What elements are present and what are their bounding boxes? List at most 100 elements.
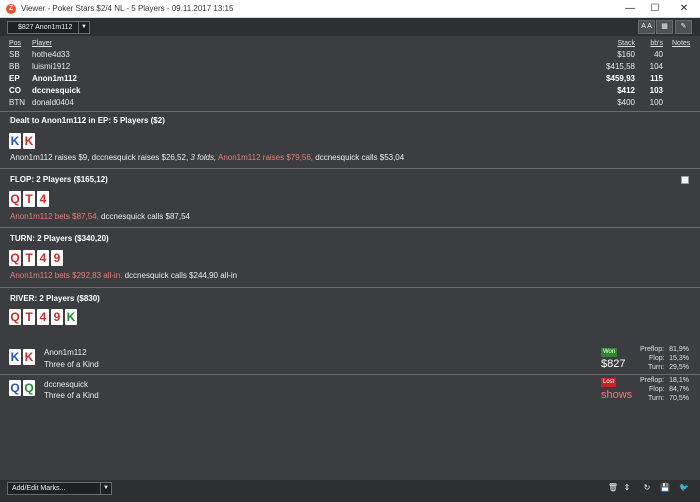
row-player: Anon1m112 [32, 74, 77, 83]
equity-label: Flop: [649, 355, 665, 362]
col-header-pos[interactable]: Pos [9, 40, 21, 47]
marks-dropdown[interactable]: Add/Edit Marks... ▼ [7, 482, 112, 495]
playing-card: 4 [37, 191, 49, 207]
result-hand-description: Three of a Kind [44, 391, 99, 400]
playing-card: K [9, 133, 21, 149]
action-text-hero: Anon1m112 bets $292,83 all-in. [10, 271, 123, 280]
delete-icon[interactable]: 🗑 [606, 481, 620, 495]
row-bbs: 103 [649, 86, 663, 95]
row-pos: BB [9, 62, 20, 71]
col-header-stack[interactable]: Stack [600, 40, 635, 47]
minimize-button[interactable]: — [616, 0, 644, 18]
maximize-button[interactable]: ☐ [641, 0, 669, 18]
row-player: donald0404 [32, 98, 74, 107]
col-header-player[interactable]: Player [32, 40, 52, 47]
playing-card: Q [9, 309, 21, 325]
toolbar: $827 Anon1m112 ▼ A A ▦ ✎ [0, 18, 700, 36]
hand-viewer: Pos Player Stack bb's Notes SB hothe4d33… [0, 36, 700, 480]
playing-card: T [23, 191, 35, 207]
chevron-down-icon[interactable]: ▼ [100, 483, 111, 494]
row-player: luismi1912 [32, 62, 71, 71]
playing-card: Q [9, 380, 21, 396]
result-status: shows [601, 389, 633, 401]
row-pos: BTN [9, 98, 25, 107]
divider [0, 287, 700, 288]
action-text: 3 folds, [190, 153, 217, 162]
playing-card: T [23, 250, 35, 266]
resize-grip [0, 496, 700, 502]
equity-label: Preflop: [640, 346, 665, 353]
replay-icon[interactable]: ↻ [640, 481, 654, 495]
row-bbs: 100 [649, 98, 663, 107]
grid-icon[interactable]: ▦ [656, 20, 673, 34]
equity-value: 81,9% [669, 346, 689, 353]
result-hand-description: Three of a Kind [44, 360, 99, 369]
table-row[interactable]: BB luismi1912 $415,58 104 [0, 61, 700, 73]
flop-title: FLOP: 2 Players ($165,12) [10, 175, 108, 184]
action-text: dccnesquick calls $87,54 [101, 212, 190, 221]
playing-card: Q [23, 380, 35, 396]
close-button[interactable]: ✕ [670, 0, 698, 18]
row-pos: SB [9, 50, 20, 59]
edit-icon[interactable]: ✎ [675, 20, 692, 34]
table-row[interactable]: CO dccnesquick $412 103 [0, 85, 700, 97]
playing-card: T [23, 309, 35, 325]
flop-actions: Anon1m112 bets $87,54, dccnesquick calls… [10, 212, 190, 221]
playing-card: Q [9, 191, 21, 207]
river-title: RIVER: 2 Players ($830) [10, 294, 100, 303]
playing-card: 9 [51, 250, 63, 266]
preflop-title: Dealt to Anon1m112 in EP: 5 Players ($2) [10, 116, 165, 125]
row-bbs: 115 [650, 74, 663, 83]
equity-value: 84,7% [669, 386, 689, 393]
bottom-bar: Add/Edit Marks... ▼ 🗑 ⇕ ↻ 💾 🐦 [0, 480, 700, 496]
player-cards: Q Q [9, 380, 35, 396]
won-badge: Won [601, 348, 618, 357]
equity-value: 15,3% [669, 355, 689, 362]
hand-select-value: $827 Anon1m112 [18, 24, 73, 31]
divider [0, 374, 700, 375]
row-stack: $459,93 [606, 74, 635, 83]
col-header-notes[interactable]: Notes [672, 40, 690, 47]
playing-card: K [65, 309, 77, 325]
result-player-name: Anon1m112 [44, 348, 87, 357]
hole-cards: K K [9, 133, 35, 149]
collapse-checkbox[interactable] [681, 176, 689, 184]
result-amount: $827 [601, 358, 626, 370]
equity-label: Preflop: [640, 377, 665, 384]
action-text: dccnesquick calls $53,04 [315, 153, 405, 162]
row-player: dccnesquick [32, 86, 81, 95]
twitter-icon[interactable]: 🐦 [677, 481, 691, 495]
board-cards: Q T 4 9 [9, 250, 63, 266]
playing-card: 4 [37, 250, 49, 266]
equity-value: 29,5% [669, 364, 689, 371]
equity-label: Flop: [649, 386, 665, 393]
preflop-actions: Anon1m112 raises $9, dccnesquick raises … [10, 153, 404, 162]
window-title: Viewer - Poker Stars $2/4 NL - 5 Players… [21, 4, 234, 13]
playing-card: 9 [51, 309, 63, 325]
row-player: hothe4d33 [32, 50, 70, 59]
equity-value: 18,1% [669, 377, 689, 384]
col-header-bbs[interactable]: bb's [645, 40, 663, 47]
title-bar: Z Viewer - Poker Stars $2/4 NL - 5 Playe… [0, 0, 700, 18]
row-stack: $160 [617, 50, 635, 59]
row-bbs: 40 [654, 50, 663, 59]
table-row[interactable]: SB hothe4d33 $160 40 [0, 49, 700, 61]
hand-select-dropdown[interactable]: $827 Anon1m112 ▼ [7, 21, 90, 34]
action-text: Anon1m112 raises $9, dccnesquick raises … [10, 153, 189, 162]
action-text: dccnesquick calls $244,90 all-in [124, 271, 238, 280]
playing-card: K [9, 349, 21, 365]
row-stack: $400 [617, 98, 635, 107]
row-pos: EP [9, 74, 20, 83]
stepper-icon[interactable]: ⇕ [620, 481, 634, 495]
equity-value: 70,5% [669, 395, 689, 402]
chevron-down-icon[interactable]: ▼ [78, 22, 89, 33]
table-row[interactable]: BTN donald0404 $400 100 [0, 97, 700, 109]
font-size-button[interactable]: A A [638, 20, 655, 34]
equity-label: Turn: [648, 395, 665, 402]
table-row[interactable]: EP Anon1m112 $459,93 115 [0, 73, 700, 85]
save-icon[interactable]: 💾 [658, 481, 672, 495]
turn-title: TURN: 2 Players ($340,20) [10, 234, 109, 243]
row-stack: $412 [617, 86, 635, 95]
row-pos: CO [9, 86, 21, 95]
divider [0, 168, 700, 169]
